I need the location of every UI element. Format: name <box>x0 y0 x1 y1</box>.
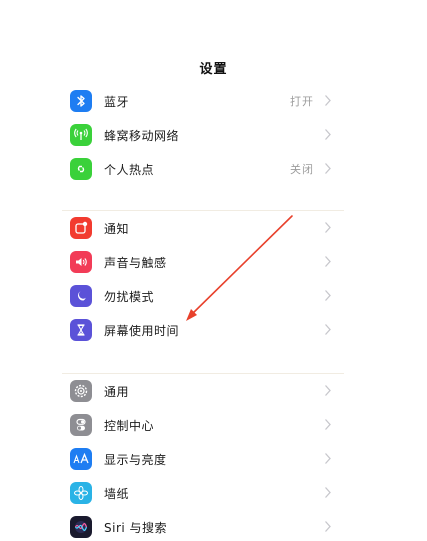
chevron-right-icon <box>325 521 331 532</box>
settings-row-label: 通知 <box>104 222 130 236</box>
page-title: 设置 <box>199 62 228 77</box>
settings-group-attention: 通知 声音与触感 勿扰模式 屏幕使用时间 <box>62 211 344 347</box>
settings-screen: 设置 蓝牙 打开 蜂窝移动网络 个人热点 关闭 通知 声音与触感 勿扰模式 屏幕… <box>0 0 427 541</box>
chevron-right-icon <box>325 163 331 174</box>
settings-row-hotspot[interactable]: 个人热点 关闭 <box>62 152 344 186</box>
settings-group-general: 通用 控制中心 显示与亮度 墙纸 Siri 与搜索 <box>62 374 344 541</box>
settings-row-label: 通用 <box>104 385 130 399</box>
settings-row-display[interactable]: 显示与亮度 <box>62 442 344 476</box>
settings-row-value: 打开 <box>290 95 314 108</box>
settings-row-notifications[interactable]: 通知 <box>62 211 344 245</box>
settings-row-sounds[interactable]: 声音与触感 <box>62 245 344 279</box>
settings-row-label: 屏幕使用时间 <box>104 324 180 338</box>
settings-row-control-center[interactable]: 控制中心 <box>62 408 344 442</box>
settings-row-value: 关闭 <box>290 163 314 176</box>
hourglass-icon <box>70 319 92 341</box>
settings-row-bluetooth[interactable]: 蓝牙 打开 <box>62 84 344 118</box>
chevron-right-icon <box>325 290 331 301</box>
cellular-icon <box>70 124 92 146</box>
chevron-right-icon <box>325 385 331 396</box>
settings-row-label: 显示与亮度 <box>104 453 167 467</box>
chevron-right-icon <box>325 256 331 267</box>
toggles-icon <box>70 414 92 436</box>
settings-row-label: Siri 与搜索 <box>104 521 168 535</box>
settings-row-screen-time[interactable]: 屏幕使用时间 <box>62 313 344 347</box>
sound-icon <box>70 251 92 273</box>
settings-row-label: 个人热点 <box>104 163 155 177</box>
text-size-icon <box>70 448 92 470</box>
settings-row-siri[interactable]: Siri 与搜索 <box>62 510 344 541</box>
chevron-right-icon <box>325 419 331 430</box>
flower-icon <box>70 482 92 504</box>
chevron-right-icon <box>325 95 331 106</box>
gear-icon <box>70 380 92 402</box>
chevron-right-icon <box>325 453 331 464</box>
settings-row-general[interactable]: 通用 <box>62 374 344 408</box>
settings-row-label: 蜂窝移动网络 <box>104 129 180 143</box>
hotspot-icon <box>70 158 92 180</box>
settings-group-connectivity: 蓝牙 打开 蜂窝移动网络 个人热点 关闭 <box>62 84 344 186</box>
chevron-right-icon <box>325 129 331 140</box>
settings-row-label: 控制中心 <box>104 419 155 433</box>
chevron-right-icon <box>325 222 331 233</box>
bluetooth-icon <box>70 90 92 112</box>
settings-row-do-not-disturb[interactable]: 勿扰模式 <box>62 279 344 313</box>
settings-row-wallpaper[interactable]: 墙纸 <box>62 476 344 510</box>
chevron-right-icon <box>325 487 331 498</box>
settings-row-label: 勿扰模式 <box>104 290 155 304</box>
settings-row-label: 声音与触感 <box>104 256 167 270</box>
settings-row-cellular[interactable]: 蜂窝移动网络 <box>62 118 344 152</box>
chevron-right-icon <box>325 324 331 335</box>
moon-icon <box>70 285 92 307</box>
settings-row-label: 墙纸 <box>104 487 130 501</box>
settings-row-label: 蓝牙 <box>104 95 130 109</box>
siri-icon <box>70 516 92 538</box>
notifications-icon <box>70 217 92 239</box>
